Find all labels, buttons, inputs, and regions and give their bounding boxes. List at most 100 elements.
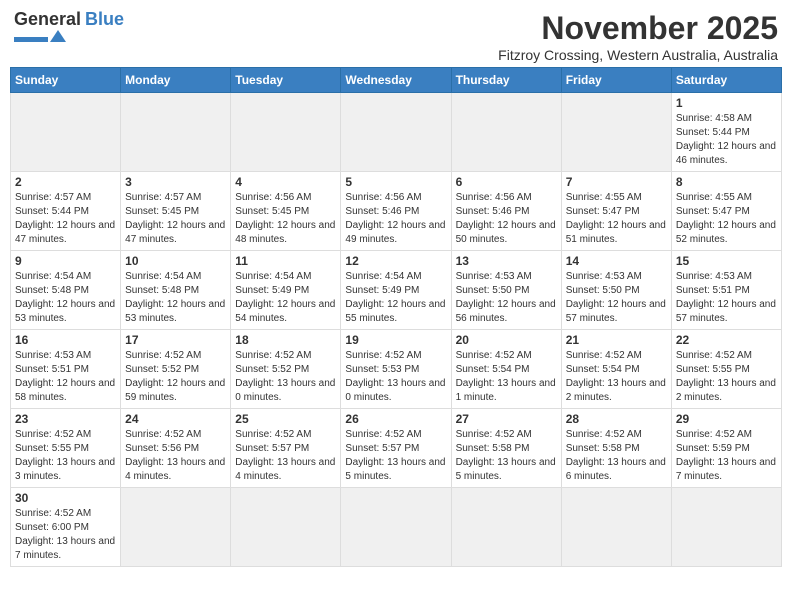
day-info: Sunrise: 4:54 AM Sunset: 5:49 PM Dayligh… bbox=[235, 270, 336, 326]
day-number: 18 bbox=[235, 333, 336, 347]
day-cell bbox=[341, 488, 451, 567]
day-cell bbox=[561, 93, 671, 172]
calendar: SundayMondayTuesdayWednesdayThursdayFrid… bbox=[10, 67, 782, 567]
day-number: 4 bbox=[235, 175, 336, 189]
logo-text-blue: Blue bbox=[85, 10, 124, 28]
day-number: 17 bbox=[125, 333, 226, 347]
day-info: Sunrise: 4:52 AM Sunset: 5:58 PM Dayligh… bbox=[456, 428, 557, 484]
day-number: 8 bbox=[676, 175, 777, 189]
day-cell: 24Sunrise: 4:52 AM Sunset: 5:56 PM Dayli… bbox=[121, 409, 231, 488]
day-cell bbox=[671, 488, 781, 567]
day-cell: 2 Sunrise: 4:57 AM Sunset: 5:44 PM Daylig… bbox=[11, 172, 121, 251]
day-number: 10 bbox=[125, 254, 226, 268]
header-thursday: Thursday bbox=[451, 68, 561, 93]
day-number: 9 bbox=[15, 254, 116, 268]
day-info: Sunrise: 4:53 AM Sunset: 5:51 PM Dayligh… bbox=[676, 270, 777, 326]
header-monday: Monday bbox=[121, 68, 231, 93]
week-row-2: 2 Sunrise: 4:57 AM Sunset: 5:44 PM Daylig… bbox=[11, 172, 782, 251]
day-number: 25 bbox=[235, 412, 336, 426]
day-number: 15 bbox=[676, 254, 777, 268]
day-info: Sunrise: 4:53 AM Sunset: 5:50 PM Dayligh… bbox=[566, 270, 667, 326]
day-cell: 8 Sunrise: 4:55 AM Sunset: 5:47 PM Daylig… bbox=[671, 172, 781, 251]
day-number: 30 bbox=[15, 491, 116, 505]
day-number: 21 bbox=[566, 333, 667, 347]
day-cell bbox=[451, 93, 561, 172]
day-cell: 11Sunrise: 4:54 AM Sunset: 5:49 PM Dayli… bbox=[231, 251, 341, 330]
day-info: Sunrise: 4:52 AM Sunset: 5:53 PM Dayligh… bbox=[345, 349, 446, 405]
header-wednesday: Wednesday bbox=[341, 68, 451, 93]
day-number: 23 bbox=[15, 412, 116, 426]
day-info: Sunrise: 4:58 AM Sunset: 5:44 PM Dayligh… bbox=[676, 112, 777, 168]
header-friday: Friday bbox=[561, 68, 671, 93]
day-cell: 17 Sunrise: 4:52 AM Sunset: 5:52 PM Dayli… bbox=[121, 330, 231, 409]
title-block: November 2025 Fitzroy Crossing, Western … bbox=[498, 10, 778, 63]
day-number: 26 bbox=[345, 412, 446, 426]
day-cell bbox=[121, 93, 231, 172]
day-number: 29 bbox=[676, 412, 777, 426]
day-info: Sunrise: 4:57 AM Sunset: 5:44 PM Dayligh… bbox=[15, 191, 116, 247]
day-info: Sunrise: 4:52 AM Sunset: 6:00 PM Dayligh… bbox=[15, 507, 116, 563]
day-info: Sunrise: 4:52 AM Sunset: 5:52 PM Dayligh… bbox=[125, 349, 226, 405]
week-row-1: 1Sunrise: 4:58 AM Sunset: 5:44 PM Daylig… bbox=[11, 93, 782, 172]
day-cell bbox=[231, 93, 341, 172]
week-row-3: 9 Sunrise: 4:54 AM Sunset: 5:48 PM Daylig… bbox=[11, 251, 782, 330]
page-header: General Blue November 2025 Fitzroy Cross… bbox=[10, 10, 782, 63]
day-info: Sunrise: 4:54 AM Sunset: 5:48 PM Dayligh… bbox=[125, 270, 226, 326]
day-cell: 27Sunrise: 4:52 AM Sunset: 5:58 PM Dayli… bbox=[451, 409, 561, 488]
day-info: Sunrise: 4:53 AM Sunset: 5:50 PM Dayligh… bbox=[456, 270, 557, 326]
day-cell: 15 Sunrise: 4:53 AM Sunset: 5:51 PM Dayli… bbox=[671, 251, 781, 330]
day-info: Sunrise: 4:56 AM Sunset: 5:45 PM Dayligh… bbox=[235, 191, 336, 247]
header-sunday: Sunday bbox=[11, 68, 121, 93]
day-info: Sunrise: 4:53 AM Sunset: 5:51 PM Dayligh… bbox=[15, 349, 116, 405]
day-cell: 28 Sunrise: 4:52 AM Sunset: 5:58 PM Dayli… bbox=[561, 409, 671, 488]
day-cell: 10 Sunrise: 4:54 AM Sunset: 5:48 PM Dayli… bbox=[121, 251, 231, 330]
day-cell bbox=[121, 488, 231, 567]
day-info: Sunrise: 4:52 AM Sunset: 5:58 PM Dayligh… bbox=[566, 428, 667, 484]
logo-triangle bbox=[50, 30, 66, 42]
logo: General Blue bbox=[14, 10, 124, 42]
day-info: Sunrise: 4:54 AM Sunset: 5:49 PM Dayligh… bbox=[345, 270, 446, 326]
day-cell: 12 Sunrise: 4:54 AM Sunset: 5:49 PM Dayli… bbox=[341, 251, 451, 330]
day-cell: 14Sunrise: 4:53 AM Sunset: 5:50 PM Dayli… bbox=[561, 251, 671, 330]
day-cell: 3Sunrise: 4:57 AM Sunset: 5:45 PM Daylig… bbox=[121, 172, 231, 251]
day-number: 22 bbox=[676, 333, 777, 347]
day-number: 16 bbox=[15, 333, 116, 347]
day-number: 3 bbox=[125, 175, 226, 189]
day-info: Sunrise: 4:55 AM Sunset: 5:47 PM Dayligh… bbox=[676, 191, 777, 247]
day-cell: 7 Sunrise: 4:55 AM Sunset: 5:47 PM Daylig… bbox=[561, 172, 671, 251]
day-cell: 26 Sunrise: 4:52 AM Sunset: 5:57 PM Dayli… bbox=[341, 409, 451, 488]
day-cell: 1Sunrise: 4:58 AM Sunset: 5:44 PM Daylig… bbox=[671, 93, 781, 172]
day-number: 6 bbox=[456, 175, 557, 189]
day-info: Sunrise: 4:52 AM Sunset: 5:54 PM Dayligh… bbox=[566, 349, 667, 405]
day-cell: 23Sunrise: 4:52 AM Sunset: 5:55 PM Dayli… bbox=[11, 409, 121, 488]
day-info: Sunrise: 4:55 AM Sunset: 5:47 PM Dayligh… bbox=[566, 191, 667, 247]
day-number: 19 bbox=[345, 333, 446, 347]
day-info: Sunrise: 4:56 AM Sunset: 5:46 PM Dayligh… bbox=[456, 191, 557, 247]
day-number: 2 bbox=[15, 175, 116, 189]
day-number: 20 bbox=[456, 333, 557, 347]
day-cell bbox=[231, 488, 341, 567]
day-number: 28 bbox=[566, 412, 667, 426]
week-row-4: 16 Sunrise: 4:53 AM Sunset: 5:51 PM Dayli… bbox=[11, 330, 782, 409]
day-cell: 29 Sunrise: 4:52 AM Sunset: 5:59 PM Dayli… bbox=[671, 409, 781, 488]
day-cell bbox=[11, 93, 121, 172]
day-cell: 9 Sunrise: 4:54 AM Sunset: 5:48 PM Daylig… bbox=[11, 251, 121, 330]
day-cell: 25Sunrise: 4:52 AM Sunset: 5:57 PM Dayli… bbox=[231, 409, 341, 488]
day-info: Sunrise: 4:52 AM Sunset: 5:57 PM Dayligh… bbox=[345, 428, 446, 484]
header-saturday: Saturday bbox=[671, 68, 781, 93]
day-cell: 21 Sunrise: 4:52 AM Sunset: 5:54 PM Dayli… bbox=[561, 330, 671, 409]
logo-bar bbox=[14, 37, 48, 42]
day-info: Sunrise: 4:52 AM Sunset: 5:59 PM Dayligh… bbox=[676, 428, 777, 484]
day-info: Sunrise: 4:54 AM Sunset: 5:48 PM Dayligh… bbox=[15, 270, 116, 326]
day-info: Sunrise: 4:52 AM Sunset: 5:56 PM Dayligh… bbox=[125, 428, 226, 484]
day-number: 12 bbox=[345, 254, 446, 268]
day-cell bbox=[451, 488, 561, 567]
week-row-6: 30 Sunrise: 4:52 AM Sunset: 6:00 PM Dayli… bbox=[11, 488, 782, 567]
calendar-header-row: SundayMondayTuesdayWednesdayThursdayFrid… bbox=[11, 68, 782, 93]
day-cell: 22Sunrise: 4:52 AM Sunset: 5:55 PM Dayli… bbox=[671, 330, 781, 409]
day-cell: 16 Sunrise: 4:53 AM Sunset: 5:51 PM Dayli… bbox=[11, 330, 121, 409]
week-row-5: 23Sunrise: 4:52 AM Sunset: 5:55 PM Dayli… bbox=[11, 409, 782, 488]
day-number: 7 bbox=[566, 175, 667, 189]
day-cell: 13Sunrise: 4:53 AM Sunset: 5:50 PM Dayli… bbox=[451, 251, 561, 330]
logo-text-general: General bbox=[14, 10, 81, 28]
